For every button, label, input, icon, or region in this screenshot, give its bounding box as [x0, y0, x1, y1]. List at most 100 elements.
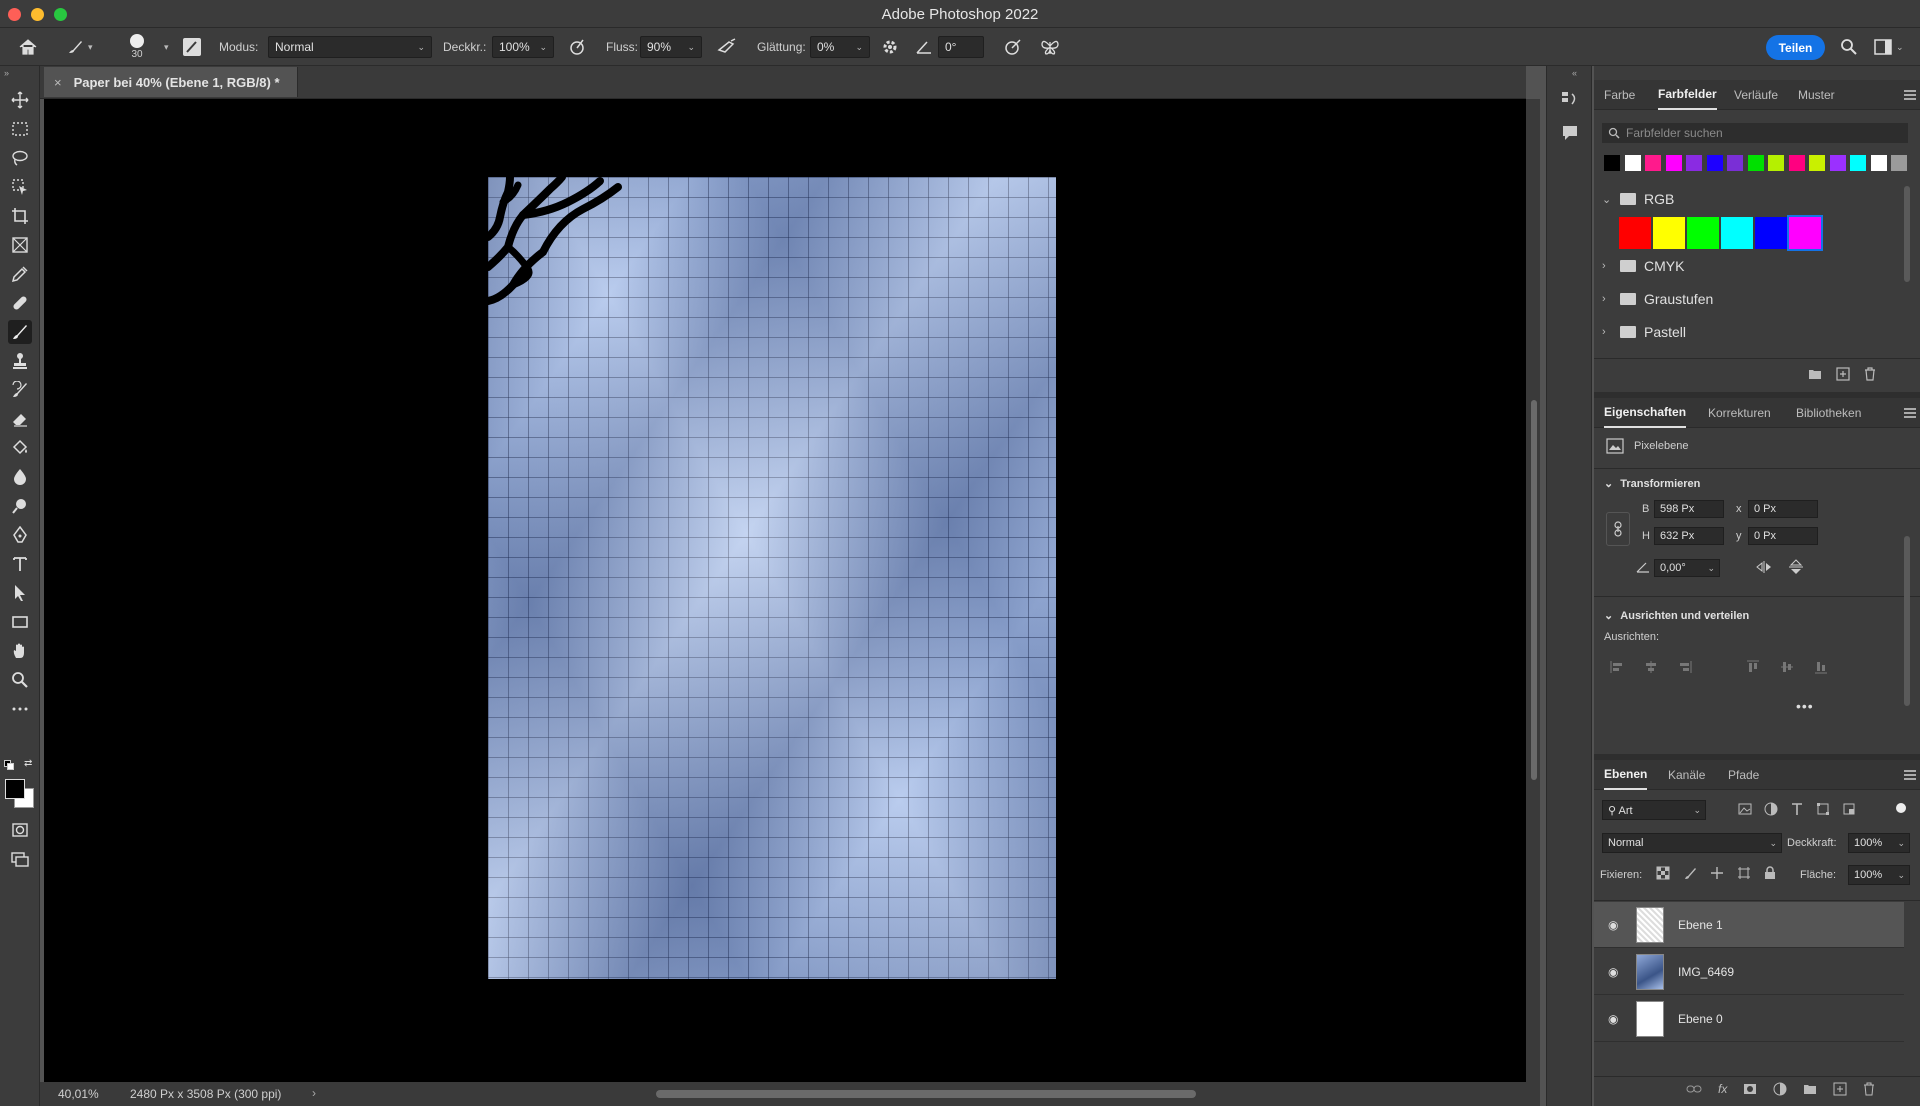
healing-brush-tool[interactable] [8, 291, 32, 315]
folder-icon[interactable] [1803, 1083, 1817, 1095]
color-swatch[interactable] [1687, 217, 1719, 249]
tab-gradients[interactable]: Verläufe [1734, 80, 1778, 110]
brush-tool[interactable] [8, 320, 32, 344]
color-swatch[interactable] [1787, 215, 1823, 251]
color-swatch[interactable] [1645, 155, 1661, 171]
marquee-tool[interactable] [8, 117, 32, 141]
color-swatch[interactable] [1747, 155, 1764, 171]
color-swatch[interactable] [1788, 155, 1805, 171]
color-swatch[interactable] [1768, 155, 1784, 171]
align-center-vertical-icon[interactable] [1780, 660, 1794, 674]
home-button[interactable] [18, 28, 38, 66]
color-swatch[interactable] [1809, 155, 1825, 171]
align-right-icon[interactable] [1678, 660, 1692, 674]
transform-section-header[interactable]: ⌄ Transformieren [1604, 477, 1700, 490]
eyedropper-tool[interactable] [8, 262, 32, 286]
align-center-horizontal-icon[interactable] [1644, 660, 1658, 674]
link-layers-icon[interactable] [1686, 1084, 1702, 1094]
smoothing-field[interactable]: 0% ⌄ [810, 28, 870, 66]
layer-row[interactable]: ◉ IMG_6469 [1594, 949, 1904, 995]
filter-type-icon[interactable] [1790, 802, 1804, 816]
link-dimensions-button[interactable] [1606, 512, 1630, 546]
tab-properties[interactable]: Eigenschaften [1604, 398, 1687, 428]
brush-angle-field[interactable]: 0° [938, 28, 984, 66]
close-document-icon[interactable]: × [54, 75, 62, 90]
flip-horizontal-button[interactable] [1754, 560, 1774, 577]
eye-icon[interactable]: ◉ [1608, 918, 1624, 932]
history-panel-button[interactable] [1561, 90, 1579, 113]
eye-icon[interactable]: ◉ [1608, 1012, 1624, 1026]
swatch-group-pastel[interactable]: › Pastell [1602, 319, 1686, 345]
collapse-icon-column[interactable]: « [1572, 68, 1577, 78]
align-section-header[interactable]: ⌄ Ausrichten und verteilen [1604, 609, 1749, 622]
add-icon[interactable] [1833, 1082, 1847, 1096]
foreground-color-swatch[interactable] [5, 779, 25, 799]
new-swatch-group-button[interactable] [1808, 368, 1822, 383]
new-swatch-button[interactable] [1836, 367, 1850, 384]
move-tool[interactable] [8, 88, 32, 112]
fill-field[interactable]: 100% ⌄ [1848, 865, 1910, 885]
filter-adjustment-icon[interactable] [1764, 802, 1778, 816]
hand-tool[interactable] [8, 639, 32, 663]
tab-color[interactable]: Farbe [1604, 80, 1635, 110]
lock-artboard-icon[interactable] [1737, 866, 1751, 880]
rectangle-tool[interactable] [8, 610, 32, 634]
comments-panel-button[interactable] [1561, 124, 1579, 145]
color-swatch[interactable] [1850, 155, 1866, 171]
layer-filter-select[interactable]: ⚲ Art ⌄ [1602, 800, 1706, 820]
crop-tool[interactable] [8, 204, 32, 228]
zoom-level[interactable]: 40,01% [58, 1087, 99, 1101]
swatch-group-grayscale[interactable]: › Graustufen [1602, 286, 1713, 312]
eye-icon[interactable]: ◉ [1608, 965, 1624, 979]
lock-all-icon[interactable] [1764, 866, 1776, 880]
swatch-group-cmyk[interactable]: › CMYK [1602, 253, 1684, 279]
smoothing-options-button[interactable] [881, 28, 899, 66]
filter-pixel-icon[interactable] [1738, 802, 1752, 816]
path-selection-tool[interactable] [8, 581, 32, 605]
color-swatch[interactable] [1706, 155, 1723, 171]
lock-position-icon[interactable] [1710, 866, 1724, 880]
tab-swatches[interactable]: Farbfelder [1658, 80, 1717, 110]
flow-field[interactable]: 90% ⌄ [640, 28, 702, 66]
airbrush-toggle[interactable] [717, 28, 737, 66]
edit-toolbar-button[interactable] [8, 697, 32, 721]
tab-paths[interactable]: Pfade [1728, 760, 1759, 790]
layer-row[interactable]: ◉ Ebene 1 [1594, 902, 1904, 948]
tab-layers[interactable]: Ebenen [1604, 760, 1648, 790]
rotation-field[interactable]: 0,00° ⌄ [1654, 559, 1720, 577]
more-options-icon[interactable]: ••• [1796, 698, 1814, 714]
layer-mask-icon[interactable] [1743, 1083, 1757, 1095]
align-bottom-icon[interactable] [1814, 660, 1828, 674]
fx-icon[interactable]: fx [1718, 1082, 1727, 1096]
color-swatch[interactable] [1891, 155, 1907, 171]
pressure-opacity-toggle[interactable] [568, 28, 586, 66]
paint-bucket-tool[interactable] [8, 436, 32, 460]
mode-select[interactable]: Normal ⌄ [268, 28, 432, 66]
brush-size-picker[interactable]: 30 [130, 28, 144, 66]
color-swatch[interactable] [1686, 155, 1702, 171]
color-swatch[interactable] [1653, 217, 1685, 249]
color-swatch[interactable] [1727, 155, 1743, 171]
height-field[interactable]: 632 Px [1654, 527, 1724, 545]
tab-patterns[interactable]: Muster [1798, 80, 1835, 110]
x-field[interactable]: 0 Px [1748, 500, 1818, 518]
frame-tool[interactable] [8, 233, 32, 257]
search-button[interactable] [1840, 28, 1858, 66]
opacity-field[interactable]: 100% ⌄ [492, 28, 554, 66]
default-colors-icon[interactable] [4, 760, 14, 770]
quick-mask-button[interactable] [8, 818, 32, 842]
swap-colors-icon[interactable]: ⇄ [24, 758, 32, 769]
pressure-size-toggle[interactable] [1004, 28, 1022, 66]
color-swatch[interactable] [1721, 217, 1753, 249]
color-swatch[interactable] [1624, 155, 1641, 171]
color-swatch[interactable] [1829, 155, 1846, 171]
brush-settings-toggle[interactable] [182, 28, 202, 66]
document-tab[interactable]: × Paper bei 40% (Ebene 1, RGB/8) * [44, 67, 298, 97]
swatches-scroll-thumb[interactable] [1904, 186, 1910, 282]
share-button[interactable]: Teilen [1766, 35, 1825, 60]
zoom-tool[interactable] [8, 668, 32, 692]
color-swatch[interactable] [1604, 155, 1620, 171]
symmetry-button[interactable] [1040, 28, 1060, 66]
tab-libraries[interactable]: Bibliotheken [1796, 398, 1861, 428]
filter-smart-object-icon[interactable] [1842, 802, 1856, 816]
